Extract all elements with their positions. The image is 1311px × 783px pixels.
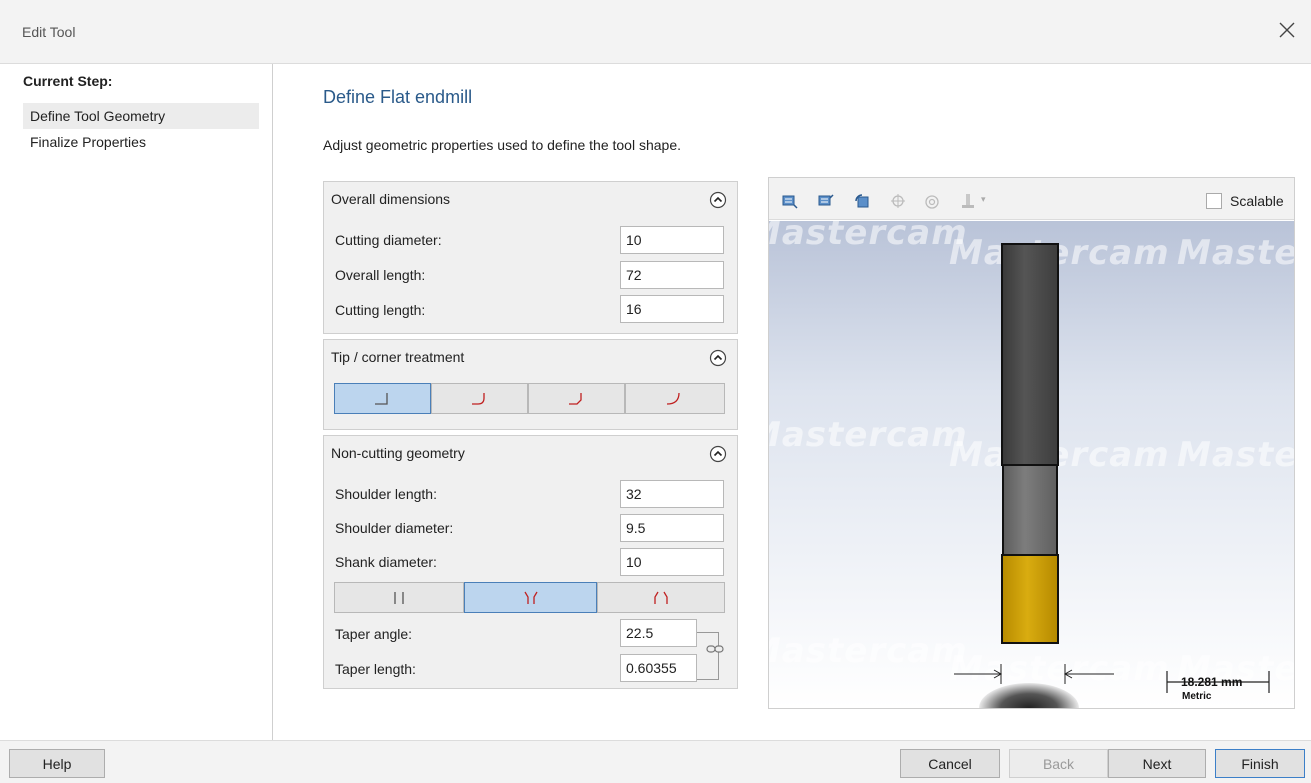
steps-sidebar: Current Step: Define Tool Geometry Final… xyxy=(10,64,273,740)
tip-flat-button[interactable] xyxy=(334,383,431,414)
watermark: Mastercam xyxy=(1177,435,1294,475)
shank-diameter-field[interactable] xyxy=(620,548,724,576)
watermark: Mastercam xyxy=(769,631,968,671)
taper-out-button[interactable] xyxy=(597,582,725,613)
preview-toolbar: ▾ Scalable xyxy=(769,178,1294,220)
cancel-button[interactable]: Cancel xyxy=(900,749,1000,778)
chain-link-icon[interactable] xyxy=(706,643,724,655)
watermark: Mastercam xyxy=(949,233,1170,273)
link-bracket xyxy=(697,632,719,680)
watermark: Mastercam xyxy=(949,435,1170,475)
toggle-view-icon xyxy=(891,194,905,208)
taper-angle-label: Taper angle: xyxy=(335,626,413,642)
cutting-diameter-field[interactable] xyxy=(620,226,724,254)
dialog-footer: Help Cancel Back Next Finish xyxy=(0,740,1311,783)
taper-out-icon xyxy=(654,591,668,604)
taper-straight-button[interactable] xyxy=(334,582,464,613)
taper-in-button[interactable] xyxy=(464,582,597,613)
page-title: Define Flat endmill xyxy=(323,87,473,107)
watermark: Mastercam xyxy=(769,415,968,455)
cutting-length-label: Cutting length: xyxy=(335,302,426,318)
rotate-view-icon[interactable] xyxy=(853,192,871,210)
finish-button[interactable]: Finish xyxy=(1215,749,1305,778)
collapse-icon[interactable] xyxy=(709,191,727,209)
shank-diameter-label: Shank diameter: xyxy=(335,554,437,570)
preview-canvas: Mastercam Mastercam Mastercam Mastercam … xyxy=(769,221,1294,708)
step-define-tool-geometry[interactable]: Define Tool Geometry xyxy=(23,103,259,129)
shoulder-length-label: Shoulder length: xyxy=(335,486,437,502)
scalable-checkbox[interactable] xyxy=(1206,193,1222,209)
tip-treatment-heading: Tip / corner treatment xyxy=(331,349,465,365)
shoulder-diameter-field[interactable] xyxy=(620,514,724,542)
corner-radius-icon xyxy=(471,392,485,405)
title-bar: Edit Tool xyxy=(0,0,1311,64)
cutting-length-field[interactable] xyxy=(620,295,724,323)
taper-angle-field[interactable] xyxy=(620,619,697,647)
scalable-label: Scalable xyxy=(1230,193,1284,209)
next-button[interactable]: Next xyxy=(1108,749,1206,778)
taper-length-label: Taper length: xyxy=(335,661,416,677)
collapse-icon[interactable] xyxy=(709,445,727,463)
current-step-heading: Current Step: xyxy=(23,73,113,89)
step-finalize-properties[interactable]: Finalize Properties xyxy=(23,129,259,155)
tip-chamfer-button[interactable] xyxy=(528,383,625,414)
straight-shank-icon xyxy=(394,591,404,604)
non-cutting-geometry-panel: Non-cutting geometry Shoulder length: Sh… xyxy=(323,435,738,689)
shoulder-diameter-label: Shoulder diameter: xyxy=(335,520,454,536)
cutting-diameter-label: Cutting diameter: xyxy=(335,232,442,248)
non-cutting-geometry-heading: Non-cutting geometry xyxy=(331,445,465,461)
help-button[interactable]: Help xyxy=(9,749,105,778)
flat-tip-icon xyxy=(374,392,388,405)
tool-display-icon xyxy=(962,194,974,208)
window-title: Edit Tool xyxy=(22,24,76,40)
overall-length-label: Overall length: xyxy=(335,267,426,283)
taper-length-field[interactable] xyxy=(620,654,697,682)
watermark: Mastercam xyxy=(769,221,968,253)
tip-full-radius-button[interactable] xyxy=(625,383,725,414)
page-description: Adjust geometric properties used to defi… xyxy=(323,137,681,153)
tool-flute xyxy=(1001,554,1059,644)
taper-in-icon xyxy=(523,591,538,604)
tip-corner-radius-button[interactable] xyxy=(431,383,528,414)
tool-shoulder xyxy=(1002,464,1058,556)
close-icon[interactable] xyxy=(1275,18,1299,42)
holder-view-icon xyxy=(925,195,939,209)
tool-shank xyxy=(1001,243,1059,466)
dropdown-arrow-icon[interactable]: ▾ xyxy=(981,194,986,205)
chamfer-icon xyxy=(568,392,582,405)
watermark: Mastercam xyxy=(1177,233,1294,273)
shoulder-length-field[interactable] xyxy=(620,480,724,508)
overall-length-field[interactable] xyxy=(620,261,724,289)
scale-value: 18.281 mm xyxy=(1181,675,1243,689)
diameter-dimension xyxy=(954,664,1114,684)
back-button[interactable]: Back xyxy=(1009,749,1108,778)
zoom-view-icon[interactable] xyxy=(817,192,835,210)
collapse-icon[interactable] xyxy=(709,349,727,367)
tool-preview: ▾ Scalable Mastercam Mastercam Mastercam… xyxy=(768,177,1295,709)
fit-view-icon[interactable] xyxy=(781,192,799,210)
overall-dimensions-panel: Overall dimensions Cutting diameter: Ove… xyxy=(323,181,738,334)
full-radius-icon xyxy=(666,392,680,405)
tip-treatment-panel: Tip / corner treatment xyxy=(323,339,738,430)
scale-unit: Metric xyxy=(1182,691,1212,702)
overall-dimensions-heading: Overall dimensions xyxy=(331,191,451,207)
